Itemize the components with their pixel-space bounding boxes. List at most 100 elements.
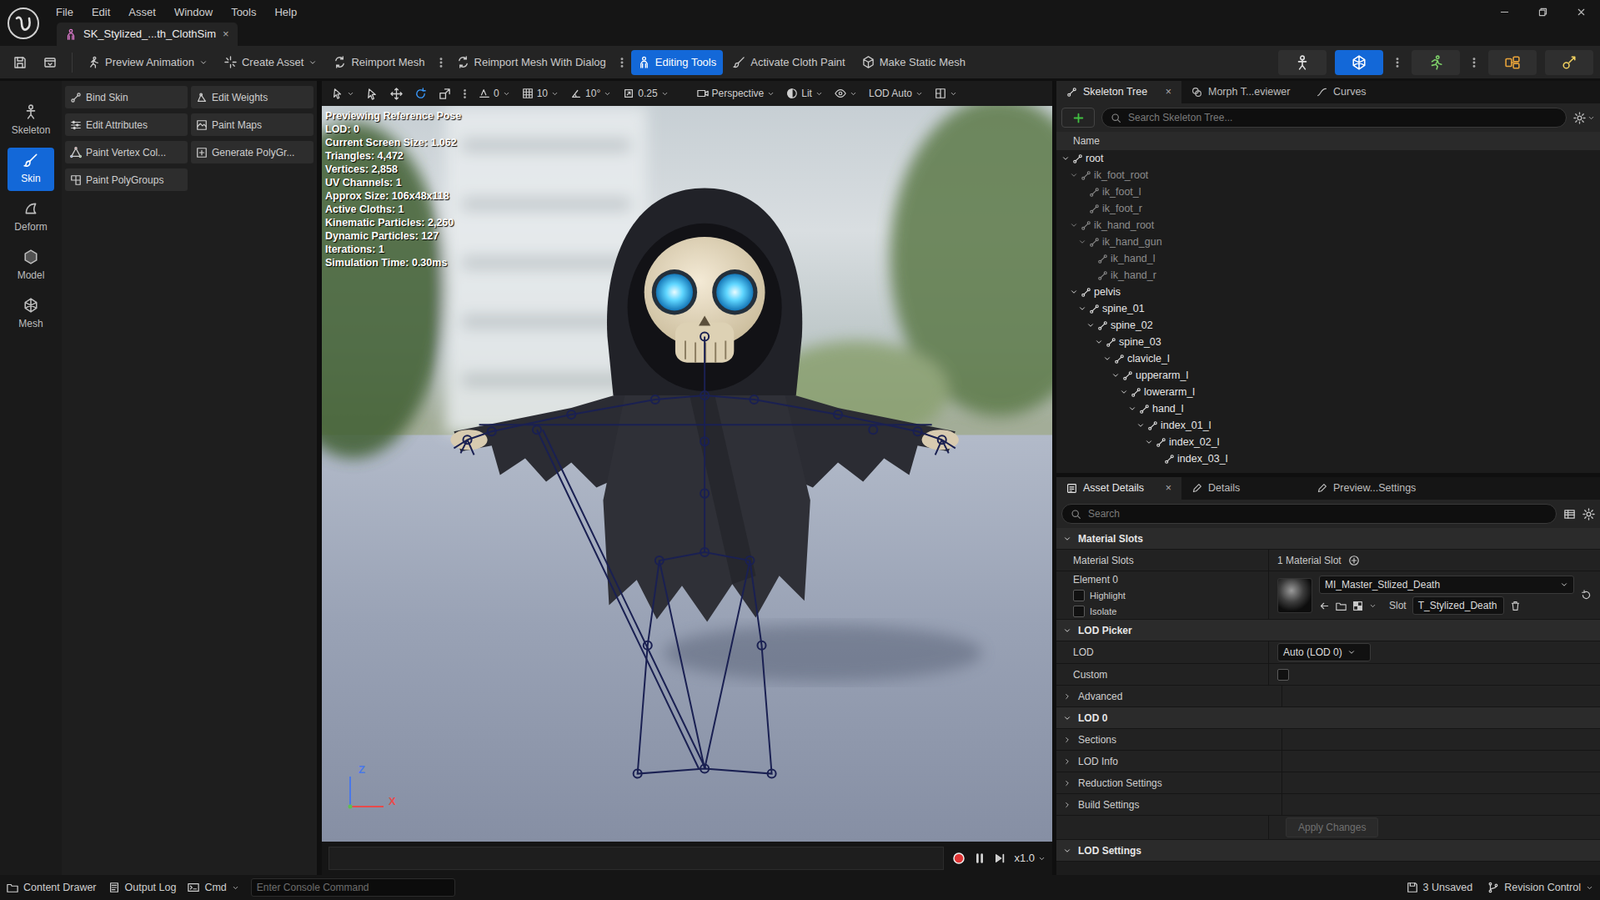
browse-button[interactable]	[36, 50, 64, 76]
toolbar-button[interactable]: Make Static Mesh	[855, 50, 973, 76]
details-group[interactable]: LOD Info	[1056, 750, 1600, 773]
transform-tool[interactable]	[362, 85, 382, 102]
status-button[interactable]: Content Drawer	[6, 879, 97, 896]
details-group[interactable]: Build Settings	[1056, 793, 1600, 816]
lod-dropdown[interactable]: Auto (LOD 0)	[1277, 642, 1371, 662]
minimize-window-button[interactable]	[1484, 0, 1524, 24]
options-menu-button[interactable]	[616, 56, 628, 69]
transform-menu[interactable]	[328, 85, 358, 101]
asset-mode-button[interactable]	[1488, 50, 1537, 76]
character-preview[interactable]	[321, 105, 1053, 842]
settings-button[interactable]	[1573, 111, 1595, 125]
mode-tab[interactable]: Deform	[7, 195, 55, 240]
material-dropdown[interactable]: MI_Master_Stlized_Death	[1319, 575, 1575, 594]
menu-item[interactable]: Help	[265, 0, 306, 21]
snap-setting[interactable]: 0.25	[619, 84, 672, 103]
checkbox[interactable]	[1073, 605, 1085, 617]
search-input[interactable]	[1126, 109, 1558, 126]
table-view-button[interactable]	[1563, 507, 1576, 521]
layout-menu[interactable]	[931, 85, 961, 101]
details-category[interactable]: LOD Settings	[1056, 839, 1600, 862]
settings-button[interactable]	[1582, 507, 1595, 521]
mode-tab[interactable]: Mesh	[7, 292, 55, 337]
snap-setting[interactable]: 10°	[566, 84, 615, 103]
transform-tool[interactable]	[386, 85, 407, 102]
options-menu-button[interactable]	[435, 56, 447, 69]
tool-button[interactable]: Paint Vertex Col...	[65, 140, 188, 164]
lighting-menu[interactable]: Lit	[782, 84, 827, 103]
toolbar-button[interactable]: Preview Animation	[80, 50, 215, 76]
mode-tab[interactable]: Model	[7, 244, 55, 288]
bone-row[interactable]: upperarm_l	[1056, 366, 1600, 384]
tool-button[interactable]: Paint Maps	[190, 113, 314, 136]
bone-row[interactable]: root	[1056, 150, 1600, 167]
search-input[interactable]	[1086, 505, 1548, 522]
folder-button[interactable]	[1335, 600, 1347, 612]
mode-tab[interactable]: Skeleton	[7, 99, 55, 143]
toolbar-button[interactable]: Create Asset	[217, 50, 324, 76]
toolbar-button[interactable]: Reimport Mesh	[326, 50, 432, 76]
toolbar-button[interactable]: Reimport Mesh With Dialog	[450, 50, 613, 76]
checker-button[interactable]	[1352, 600, 1364, 612]
back-button[interactable]	[1319, 600, 1330, 612]
bone-row[interactable]: spine_02	[1056, 316, 1600, 334]
asset-tab[interactable]: SK_Stylized_...th_ClothSim×	[56, 22, 238, 46]
delete-slot-button[interactable]	[1509, 600, 1521, 612]
playback-speed-menu[interactable]: x1.0	[1013, 849, 1046, 867]
timeline-track[interactable]	[328, 846, 944, 870]
reset-button[interactable]	[1580, 589, 1592, 601]
material-option[interactable]: Isolate	[1073, 604, 1269, 619]
view-mode-menu[interactable]: Perspective	[693, 84, 779, 103]
lod-menu[interactable]: LOD Auto	[865, 84, 927, 103]
tool-button[interactable]: Bind Skin	[65, 85, 188, 109]
bone-row[interactable]: ik_hand_l	[1056, 250, 1600, 267]
asset-mode-button[interactable]	[1544, 50, 1594, 76]
close-window-button[interactable]	[1561, 0, 1600, 24]
panel-tab[interactable]: Asset Details×	[1056, 476, 1182, 500]
close-tab-button[interactable]: ×	[1153, 480, 1172, 497]
bone-row[interactable]: pelvis	[1056, 283, 1600, 301]
mode-options-button[interactable]	[1468, 56, 1480, 69]
step-button[interactable]	[993, 852, 1006, 864]
snap-setting[interactable]: 10	[518, 84, 562, 103]
add-button[interactable]	[1061, 107, 1095, 128]
menu-item[interactable]: Tools	[221, 0, 266, 21]
panel-tab[interactable]: Morph T...eviewer	[1181, 80, 1307, 104]
restore-window-button[interactable]	[1523, 0, 1562, 24]
viewport-scene[interactable]: Previewing Reference PoseLOD: 0Current S…	[321, 105, 1053, 842]
bone-row[interactable]: ik_hand_r	[1056, 266, 1600, 284]
checkbox[interactable]	[1073, 589, 1085, 602]
toolbar-button[interactable]: Activate Cloth Paint	[726, 50, 852, 76]
status-button[interactable]: Cmd	[187, 879, 239, 896]
bone-row[interactable]: ik_foot_r	[1056, 200, 1600, 217]
transform-tool[interactable]	[435, 85, 455, 102]
details-group[interactable]: Sections	[1056, 728, 1600, 751]
details-group[interactable]: Reduction Settings	[1056, 772, 1600, 794]
mode-options-button[interactable]	[1391, 56, 1404, 69]
tool-button[interactable]: Edit Weights	[190, 85, 314, 109]
bone-row[interactable]: ik_hand_root	[1056, 216, 1600, 234]
play-pause-button[interactable]	[973, 852, 986, 864]
toolbar-button[interactable]: Editing Tools	[631, 50, 723, 76]
panel-tab[interactable]: Curves	[1306, 80, 1432, 104]
tool-button[interactable]: Edit Attributes	[65, 113, 188, 136]
panel-tab[interactable]: Preview...Settings	[1306, 476, 1432, 500]
close-tab-button[interactable]: ×	[1153, 84, 1172, 101]
bone-row[interactable]: lowerarm_l	[1056, 383, 1600, 401]
menu-item[interactable]: File	[46, 0, 83, 21]
material-option[interactable]: Highlight	[1073, 588, 1269, 603]
bone-row[interactable]: ik_foot_root	[1056, 166, 1600, 184]
tool-button[interactable]: Paint PolyGroups	[65, 168, 188, 191]
tool-button[interactable]: Generate PolyGr...	[190, 140, 314, 164]
menu-item[interactable]: Window	[165, 0, 222, 21]
status-button[interactable]: Revision Control	[1487, 879, 1594, 896]
material-thumbnail[interactable]	[1277, 577, 1313, 613]
viewport-options-button[interactable]	[459, 88, 471, 100]
asset-mode-button[interactable]	[1278, 50, 1327, 76]
engine-logo[interactable]	[0, 0, 47, 46]
bone-row[interactable]: index_01_l	[1056, 416, 1600, 434]
details-category[interactable]: Material Slots	[1056, 527, 1600, 550]
panel-tab[interactable]: Skeleton Tree×	[1056, 80, 1182, 104]
show-menu[interactable]	[831, 85, 861, 101]
console-input[interactable]	[250, 877, 456, 897]
